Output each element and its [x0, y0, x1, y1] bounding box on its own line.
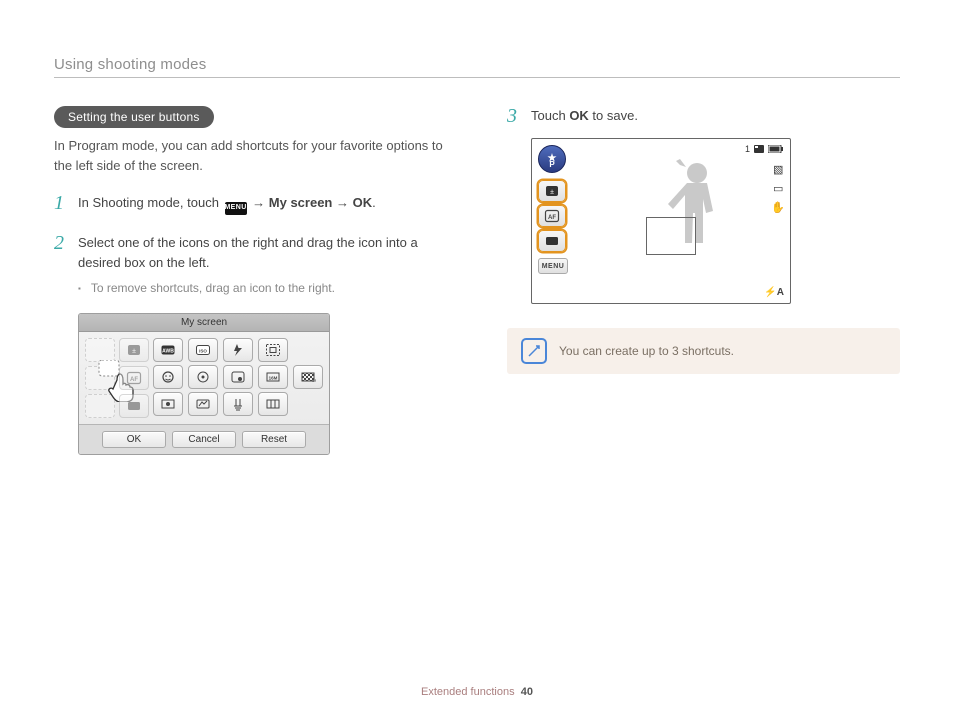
- ev-icon: [119, 338, 149, 362]
- svg-text:SF: SF: [312, 378, 316, 383]
- ok-button[interactable]: OK: [102, 431, 166, 448]
- myscreen-panel: My screen: [78, 313, 330, 455]
- menu-button[interactable]: MENU: [538, 258, 568, 274]
- smartfilter-status-icon: ▧: [773, 163, 783, 176]
- step-number: 2: [54, 233, 68, 253]
- note-icon: [521, 338, 547, 364]
- memory-icon: [754, 145, 764, 153]
- face-icon[interactable]: [153, 365, 183, 389]
- section-header: Using shooting modes: [54, 56, 900, 78]
- reset-button[interactable]: Reset: [242, 431, 306, 448]
- flash-icon[interactable]: [223, 338, 253, 362]
- subsection-pill: Setting the user buttons: [54, 106, 214, 128]
- guide-icon[interactable]: [258, 392, 288, 416]
- cancel-button[interactable]: Cancel: [172, 431, 236, 448]
- step-number: 1: [54, 193, 68, 213]
- iso-icon[interactable]: [188, 338, 218, 362]
- focus-frame: [646, 217, 696, 255]
- step-number: 3: [507, 106, 521, 126]
- intro-text: In Program mode, you can add shortcuts f…: [54, 136, 447, 175]
- quality-icon[interactable]: SF: [293, 365, 323, 389]
- step-body: Touch OK to save.: [531, 106, 900, 126]
- af-icon: [119, 366, 149, 390]
- photosize-status-icon: ▭: [773, 182, 783, 195]
- smartrange-icon[interactable]: [188, 392, 218, 416]
- mode-dial-icon[interactable]: ★P: [538, 145, 566, 173]
- shortcut-af[interactable]: [538, 205, 566, 227]
- step-body: In Shooting mode, touch MENU → My screen…: [78, 193, 447, 215]
- panel-title: My screen: [79, 314, 329, 332]
- afarea-icon[interactable]: [258, 338, 288, 362]
- shortcut-ev[interactable]: [538, 180, 566, 202]
- camera-preview: 1 ★P MENU ▧ ▭ ✋: [531, 138, 791, 304]
- size-icon[interactable]: [258, 365, 288, 389]
- metering-icon[interactable]: [188, 365, 218, 389]
- step-body: Select one of the icons on the right and…: [78, 233, 447, 273]
- shot-counter: 1: [745, 144, 750, 154]
- note-text: You can create up to 3 shortcuts.: [559, 344, 734, 358]
- info-note: You can create up to 3 shortcuts.: [507, 328, 900, 374]
- shortcut-slots: [85, 338, 115, 418]
- ois-status-icon: ✋: [771, 201, 785, 214]
- flash-status: ⚡A: [764, 287, 784, 298]
- substep-bullet: To remove shortcuts, drag an icon to the…: [54, 281, 447, 297]
- awb-icon[interactable]: [153, 338, 183, 362]
- acb-icon[interactable]: [153, 392, 183, 416]
- menu-icon: MENU: [225, 202, 247, 215]
- shortcut-drive[interactable]: [538, 230, 566, 252]
- touchaf-icon[interactable]: [223, 365, 253, 389]
- drive-icon: [119, 394, 149, 418]
- battery-icon: [768, 145, 784, 153]
- page-footer: Extended functions 40: [0, 686, 954, 698]
- ois-icon-small[interactable]: [223, 392, 253, 416]
